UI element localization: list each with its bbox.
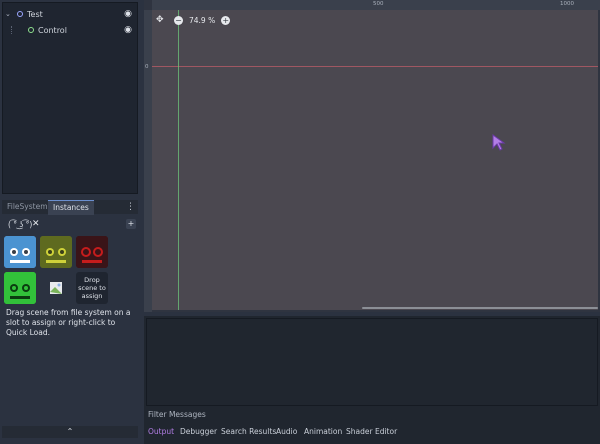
- close-icon[interactable]: ✕: [32, 219, 40, 229]
- robot-face-icon: [4, 272, 36, 304]
- mouse-pointer-icon: [492, 134, 506, 151]
- tab-audio[interactable]: Audio: [276, 427, 297, 436]
- tree-node-label: Control: [38, 25, 67, 35]
- scene-slot-yellow[interactable]: [40, 236, 72, 268]
- visibility-eye-icon[interactable]: ◉: [123, 9, 133, 19]
- ruler-mark-label: 1000: [560, 1, 574, 7]
- zoom-out-button[interactable]: −: [174, 15, 183, 25]
- robot-face-icon: [76, 236, 108, 268]
- bottom-panel: Filter Messages Output Debugger Search R…: [144, 316, 600, 444]
- drop-scene-slot[interactable]: Drop scene to assign: [76, 272, 108, 304]
- instances-help-text: Drag scene from file system on a slot to…: [6, 308, 131, 337]
- canvas-viewport[interactable]: 500 1000 0 ✥ − 74.9 % +: [144, 0, 600, 312]
- scene-slot-blue[interactable]: [4, 236, 36, 268]
- scene-slot-image[interactable]: [40, 272, 72, 304]
- tab-bar: FileSystem Instances ⋮: [2, 200, 138, 215]
- dock-panel: FileSystem Instances ⋮ ( ͡° ͜ʖ ͡°) ✕ + D…: [2, 200, 138, 442]
- robot-face-icon: [4, 236, 36, 268]
- tab-instances[interactable]: Instances: [48, 200, 94, 215]
- tree-node-label: Test: [27, 9, 43, 19]
- node-icon: [28, 27, 34, 33]
- scene-slot-green[interactable]: [4, 272, 36, 304]
- tree-node-test[interactable]: ⌄ Test ◉: [3, 7, 137, 21]
- tab-shader-editor[interactable]: Shader Editor: [346, 427, 397, 436]
- origin-x-axis-line: [152, 66, 598, 67]
- vertical-ruler: 0: [144, 10, 152, 312]
- tab-debugger[interactable]: Debugger: [180, 427, 217, 436]
- filter-messages-input[interactable]: Filter Messages: [148, 410, 206, 419]
- more-options-icon[interactable]: ⋮: [126, 202, 135, 212]
- tab-search-results[interactable]: Search Results: [221, 427, 276, 436]
- emoticon-label: ( ͡° ͜ʖ ͡°): [8, 220, 33, 229]
- horizontal-scrollbar[interactable]: [362, 307, 598, 309]
- tree-guide-line: [11, 26, 26, 34]
- zoom-controls: ✥ − 74.9 % +: [156, 14, 231, 26]
- editor-canvas[interactable]: ✥ − 74.9 % +: [152, 10, 598, 310]
- horizontal-ruler: 500 1000: [152, 0, 600, 10]
- tab-animation[interactable]: Animation: [304, 427, 342, 436]
- collapse-dock-button[interactable]: ⌃: [2, 426, 138, 438]
- ruler-mark-label: 500: [373, 1, 384, 7]
- drop-scene-label: Drop scene to assign: [78, 276, 106, 300]
- tab-output[interactable]: Output: [148, 427, 174, 436]
- origin-y-axis-line: [178, 10, 179, 310]
- broken-image-icon: [50, 282, 62, 294]
- instances-toolbar: ( ͡° ͜ʖ ͡°) ✕ +: [2, 218, 138, 232]
- robot-face-icon: [40, 236, 72, 268]
- zoom-level-label[interactable]: 74.9 %: [189, 16, 215, 25]
- pan-icon[interactable]: ✥: [156, 15, 168, 25]
- chevron-up-icon: ⌃: [66, 427, 74, 436]
- scene-slot-red[interactable]: [76, 236, 108, 268]
- tree-node-control[interactable]: Control ◉: [3, 23, 137, 37]
- scene-tree-panel: ⌄ Test ◉ Control ◉: [2, 2, 138, 194]
- collapse-arrow-icon[interactable]: ⌄: [5, 10, 15, 18]
- ruler-mark-label: 0: [145, 64, 149, 70]
- zoom-in-button[interactable]: +: [221, 15, 231, 25]
- node-icon: [17, 11, 23, 17]
- visibility-eye-icon[interactable]: ◉: [123, 25, 133, 35]
- tab-filesystem[interactable]: FileSystem: [2, 200, 53, 214]
- output-log-area: [146, 318, 598, 406]
- add-slot-button[interactable]: +: [126, 219, 136, 229]
